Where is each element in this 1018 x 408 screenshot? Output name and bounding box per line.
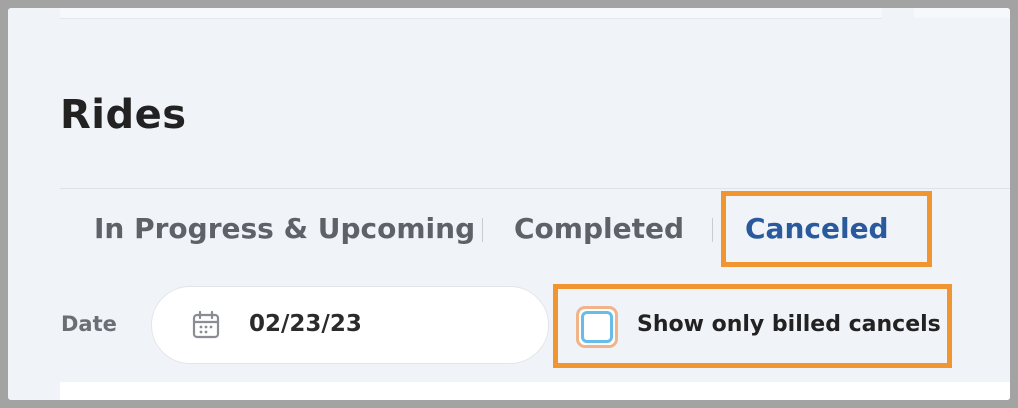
tab-in-progress-upcoming[interactable]: In Progress & Upcoming [94,212,475,245]
page-title: Rides [60,92,187,138]
tab-completed[interactable]: Completed [514,212,684,245]
page-frame: Rides In Progress & Upcoming Completed C… [8,8,1010,400]
date-field[interactable]: 02/23/23 [151,286,549,364]
date-label: Date [61,312,117,336]
tabs-divider [60,188,1010,189]
date-value: 02/23/23 [249,311,362,337]
results-card [60,382,1010,400]
calendar-icon [192,310,220,339]
billed-cancels-highlight [553,284,952,368]
top-card [60,8,882,19]
tab-separator [482,218,483,242]
tab-separator [712,218,713,242]
tab-canceled-highlight [721,191,932,267]
top-right-card [914,8,1010,18]
